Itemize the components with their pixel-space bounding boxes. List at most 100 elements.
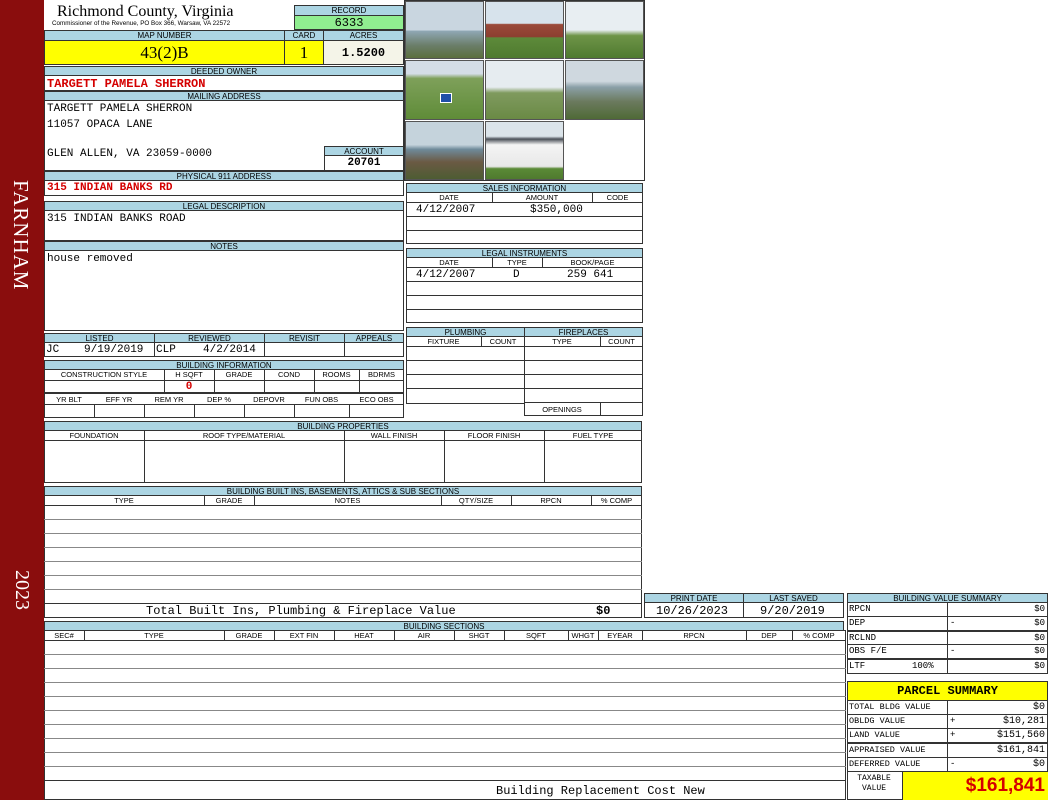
- bvs-ltf-pct: 100%: [912, 661, 934, 671]
- inst-col-type: TYPE: [507, 258, 527, 267]
- inst-col-bookpage: BOOK/PAGE: [570, 258, 615, 267]
- pf-divider: [406, 388, 643, 389]
- bvs-ltf-label: LTF: [849, 661, 866, 671]
- bi-fun-obs: FUN OBS: [304, 395, 339, 404]
- builtins-row-line: [44, 589, 642, 590]
- sec-row-line: [44, 780, 846, 781]
- listed-by: JC: [46, 344, 60, 356]
- bi-sep: [244, 404, 245, 418]
- parcel-line: [847, 714, 1048, 715]
- builtins-divider: [44, 505, 642, 506]
- sec-divider: [44, 640, 846, 641]
- for-sale-sign-icon: [440, 93, 452, 103]
- builtins-col-grade: GRADE: [215, 496, 243, 505]
- pf-divider: [524, 402, 643, 403]
- sections-footer: Building Replacement Cost New: [496, 784, 705, 798]
- builtins-row-line: [44, 575, 642, 576]
- bvs-obs-value: $0: [1034, 646, 1045, 656]
- prop-sep: [144, 430, 145, 483]
- builtins-row-line: [44, 533, 642, 534]
- bvs-obs-label: OBS F/E: [849, 646, 887, 656]
- sec-col-dep: DEP: [761, 631, 777, 640]
- sec-row-line: [44, 682, 846, 683]
- sales-date: 4/12/2007: [416, 204, 476, 216]
- builtins-col-qty: QTY/SIZE: [458, 496, 494, 505]
- bi-hsqft-value: 0: [185, 381, 193, 393]
- district-label: FARNHAM: [9, 180, 33, 291]
- parcel-summary-header: PARCEL SUMMARY: [847, 681, 1048, 701]
- sec-col-num: SEC#: [54, 631, 74, 640]
- sec-col-whgt: WHGT: [571, 631, 595, 640]
- photo-white-shed[interactable]: [485, 121, 564, 180]
- prop-divider: [44, 440, 642, 441]
- listed-date: 9/19/2019: [84, 344, 144, 356]
- photo-brick-outbuilding[interactable]: [485, 1, 564, 59]
- sec-row-line: [44, 738, 846, 739]
- parcel-line: [847, 728, 1048, 729]
- inst-divider: [406, 309, 643, 310]
- record-value: 6333: [294, 15, 404, 30]
- sec-row-line: [44, 766, 846, 767]
- bvs-rclnd-value: $0: [1034, 633, 1045, 643]
- pf-divider: [406, 360, 643, 361]
- bi-sep: [94, 404, 95, 418]
- sales-divider: [406, 216, 643, 217]
- bi-sep: [214, 369, 215, 393]
- bvs-obs-sign: -: [950, 646, 956, 656]
- sec-row-line: [44, 668, 846, 669]
- builtins-total-label: Total Built Ins, Plumbing & Fireplace Va…: [146, 604, 456, 618]
- photo-field-with-pole[interactable]: [485, 60, 564, 120]
- plumbing-col-fixture: FIXTURE: [427, 337, 460, 346]
- sec-row-line: [44, 696, 846, 697]
- mailing-line-2: 11057 OPACA LANE: [47, 119, 153, 131]
- parcel-bldg-value: $0: [1032, 702, 1045, 713]
- notes-value: house removed: [47, 253, 133, 265]
- sales-col-amount: AMOUNT: [525, 193, 559, 202]
- pf-divider: [406, 346, 643, 347]
- plumbing-col-count: COUNT: [489, 337, 517, 346]
- bi-divider: [44, 404, 404, 405]
- sec-col-eyear: EYEAR: [607, 631, 633, 640]
- sec-col-type: TYPE: [144, 631, 164, 640]
- photo-dock-walkway[interactable]: [405, 121, 484, 180]
- photo-lawn-with-sign[interactable]: [405, 60, 484, 120]
- tax-year-label: 2023: [11, 570, 33, 610]
- sections-box: [44, 630, 846, 800]
- taxable-value: $161,841: [965, 775, 1045, 796]
- prop-sep: [544, 430, 545, 483]
- prop-fuel-type: FUEL TYPE: [572, 431, 614, 440]
- pf-divider: [406, 374, 643, 375]
- photo-pier-boathouse[interactable]: [565, 60, 644, 120]
- builtins-col-rpcn: RPCN: [540, 496, 562, 505]
- legal-description-value: 315 INDIAN BANKS ROAD: [47, 213, 186, 225]
- parcel-bldg-label: TOTAL BLDG VALUE: [849, 702, 931, 712]
- bvs-line: [847, 658, 1048, 660]
- fp-sep: [600, 402, 601, 416]
- sales-col-code: CODE: [606, 193, 629, 202]
- bi-sep: [349, 404, 350, 418]
- sales-col-date: DATE: [439, 193, 459, 202]
- prop-floor-finish: FLOOR FINISH: [467, 431, 521, 440]
- photo-waterfront-pier[interactable]: [405, 1, 484, 59]
- bi-sep: [194, 404, 195, 418]
- builtins-row-line: [44, 561, 642, 562]
- parcel-deferred-value: $0: [1032, 759, 1045, 770]
- prop-roof: ROOF TYPE/MATERIAL: [202, 431, 286, 440]
- parcel-land-sign: +: [950, 730, 956, 740]
- parcel-appraised-label: APPRAISED VALUE: [849, 745, 926, 755]
- bi-hsqft: H SQFT: [175, 370, 203, 379]
- bvs-sep: [947, 602, 948, 674]
- sec-col-extfin: EXT FIN: [289, 631, 319, 640]
- district-sidebar: [0, 0, 44, 800]
- print-date-value: 10/26/2023: [656, 604, 729, 618]
- builtins-row-line: [44, 519, 642, 520]
- sales-divider: [406, 202, 643, 203]
- photo-lawn-shed[interactable]: [565, 1, 644, 59]
- parcel-deferred-sign: -: [950, 759, 956, 769]
- bi-cond: COND: [277, 370, 301, 379]
- taxable-label: TAXABLE VALUE: [857, 774, 891, 793]
- last-saved-value: 9/20/2019: [760, 604, 825, 618]
- prop-sep: [444, 430, 445, 483]
- fireplaces-col-type: TYPE: [552, 337, 572, 346]
- parcel-appraised-value: $161,841: [996, 745, 1045, 756]
